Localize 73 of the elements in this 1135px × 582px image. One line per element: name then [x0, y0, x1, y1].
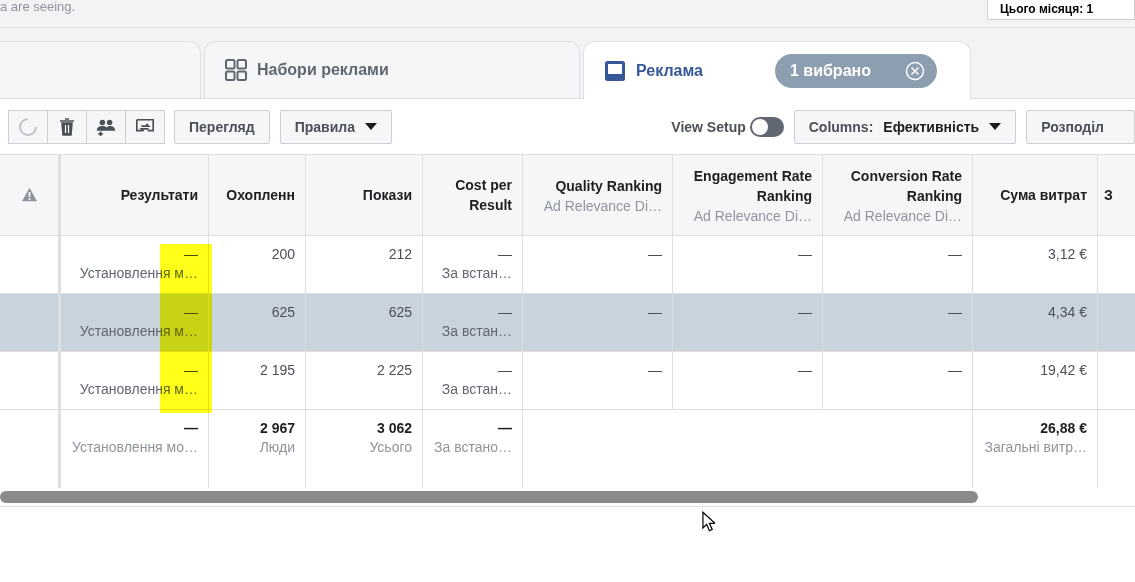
table-cell: — [648, 362, 662, 378]
table-cell: — [498, 362, 512, 378]
column-header[interactable]: Engagement Rate Ranking [679, 166, 812, 206]
table-cell: — [648, 246, 662, 262]
column-header[interactable]: Сума витрат [1000, 185, 1087, 205]
table-cell: 625 [388, 304, 412, 320]
table-cell: — [948, 304, 962, 320]
table-cell: 4,34 € [1048, 304, 1087, 320]
table-cell: — [798, 362, 812, 378]
rules-dropdown[interactable]: Правила [279, 109, 392, 144]
selection-badge: 1 вибрано [774, 53, 937, 88]
caret-icon [364, 122, 377, 131]
tab[interactable]: Набори реклами [204, 41, 580, 98]
column-header[interactable]: Охопленн [226, 185, 295, 205]
summary-value: 3 062 [376, 420, 412, 436]
view-setup-toggle[interactable] [749, 116, 784, 137]
table-cell: 200 [271, 246, 295, 262]
summary-label: Усього [369, 439, 412, 455]
summary-label: За встано… [434, 439, 512, 455]
table-cell: 625 [271, 304, 295, 320]
close-icon[interactable] [905, 60, 925, 81]
table-cell: 2 195 [259, 362, 295, 378]
view-setup-label: View Setup [671, 118, 746, 135]
cell-subtext: За встан… [441, 381, 512, 397]
table-cell: — [498, 246, 512, 262]
trash-icon [57, 116, 77, 137]
date-range-button[interactable]: Цього місяця: 1 [987, 0, 1135, 20]
column-subtitle: Ad Relevance Di… [843, 208, 962, 224]
delete-button[interactable] [47, 109, 87, 144]
table-cell: 19,42 € [1040, 362, 1087, 378]
summary-value: — [498, 420, 512, 436]
table-cell: — [184, 362, 198, 378]
swap-button[interactable] [125, 109, 165, 144]
columns-dropdown[interactable]: Columns: Ефективність [793, 109, 1017, 144]
column-header[interactable]: Conversion Rate Ranking [829, 166, 962, 206]
cell-subtext: За встан… [441, 265, 512, 281]
tab[interactable]: Реклама 1 вибрано [583, 41, 971, 99]
ad-icon [604, 59, 626, 82]
table-cell: — [948, 246, 962, 262]
column-header[interactable]: Quality Ranking [555, 176, 662, 196]
table-cell: 3,12 € [1048, 246, 1087, 262]
scrollbar-thumb[interactable] [0, 491, 978, 503]
table-cell: — [498, 304, 512, 320]
column-subtitle: Ad Relevance Di… [543, 198, 662, 214]
column-header[interactable]: З [1104, 185, 1113, 205]
view-button[interactable]: Перегляд [174, 109, 270, 144]
cell-subtext: За встан… [441, 323, 512, 339]
summary-value: — [184, 420, 198, 436]
column-subtitle: Ad Relevance Di… [693, 208, 812, 224]
table-cell: — [648, 304, 662, 320]
breakdown-button[interactable]: Розподіл [1026, 109, 1135, 144]
summary-value: 26,88 € [1040, 420, 1087, 436]
column-header[interactable]: Результати [120, 185, 198, 205]
summary-value: 2 967 [259, 420, 295, 436]
warning-icon [20, 186, 38, 202]
refresh-icon [18, 116, 38, 137]
column-header[interactable]: Cost per Result [429, 175, 512, 215]
table-cell: — [798, 246, 812, 262]
table-cell: — [948, 362, 962, 378]
summary-label: Загальні витр… [984, 439, 1087, 455]
table-cell: 212 [388, 246, 412, 262]
info-text: a are seeing. [0, 0, 76, 13]
summary-label: Установлення мо… [72, 439, 198, 455]
table-cell: 2 225 [376, 362, 412, 378]
table-cell: — [798, 304, 812, 320]
people-button[interactable] [86, 109, 126, 144]
summary-label: Люди [259, 439, 295, 455]
table-cell: — [184, 304, 198, 320]
mouse-cursor-icon [702, 511, 715, 532]
grid-icon [225, 59, 247, 81]
column-header[interactable]: Покази [362, 185, 412, 205]
table-cell: — [184, 246, 198, 262]
caret-icon [989, 122, 1002, 131]
